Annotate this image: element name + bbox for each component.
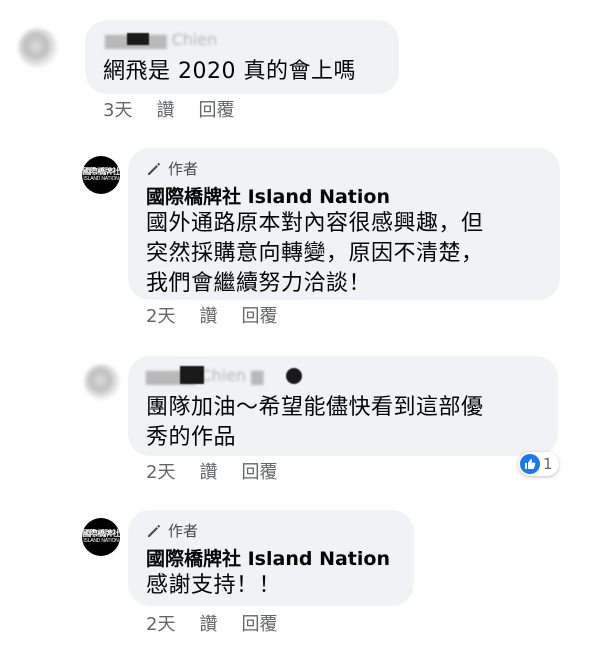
- page-logo-subtext: ISLAND NATION: [83, 538, 119, 544]
- redaction-block: [127, 33, 149, 45]
- comment-thread: ▆▆▆▆▆ Chien 網飛是 2020 真的會上嗎 3天 讚 回覆 國際橋牌社…: [0, 0, 600, 648]
- comment-time: 2天: [146, 306, 176, 327]
- reply-bubble: 作者 國際橋牌社 Island Nation 國外通路原本對內容很感興趣，但 突…: [128, 148, 560, 300]
- pencil-icon: [148, 162, 161, 175]
- like-button[interactable]: 讚: [199, 306, 217, 328]
- reply-text-line-3: 我們會繼續努力洽談！: [146, 271, 372, 296]
- page-logo-subtext: ISLAND NATION: [83, 176, 119, 182]
- comment-text: 網飛是 2020 真的會上嗎: [103, 59, 356, 84]
- reply-button[interactable]: 回覆: [241, 462, 277, 484]
- like-button[interactable]: 讚: [199, 462, 217, 484]
- comment-actions: 3天 讚 回覆: [103, 100, 234, 122]
- author-label: 作者: [168, 160, 199, 178]
- page-avatar[interactable]: 國際橋牌社 ISLAND NATION: [82, 518, 120, 556]
- commenter-name-redacted: ▆▆▆▆▆ Chien: [105, 30, 218, 49]
- commenter-avatar[interactable]: [18, 28, 58, 68]
- reaction-summary[interactable]: 1: [518, 452, 559, 476]
- page-avatar[interactable]: 國際橋牌社 ISLAND NATION: [82, 156, 120, 194]
- reaction-count: 1: [543, 455, 553, 473]
- reply-text: 感謝支持！！: [146, 573, 282, 598]
- comment-bubble: ▆▆▆▆ Chien ▆ 團隊加油～希望能儘快看到這部優 秀的作品: [128, 356, 558, 456]
- reply-button[interactable]: 回覆: [241, 614, 277, 636]
- reply-button[interactable]: 回覆: [198, 100, 234, 122]
- comment-time: 3天: [103, 100, 133, 121]
- author-label: 作者: [168, 522, 199, 540]
- comment-bubble: ▆▆▆▆▆ Chien 網飛是 2020 真的會上嗎: [85, 20, 399, 94]
- page-name[interactable]: 國際橋牌社 Island Nation: [146, 186, 390, 208]
- reply-text-line-2: 突然採購意向轉變，原因不清楚，: [146, 241, 484, 266]
- comment-time: 2天: [146, 614, 176, 635]
- comment-actions: 2天 讚 回覆: [146, 462, 277, 484]
- comment-text-line-2: 秀的作品: [146, 425, 237, 450]
- page-logo-text: 國際橋牌社: [82, 529, 120, 538]
- commenter-name-redacted: ▆▆▆▆ Chien ▆: [146, 366, 264, 385]
- reply-bubble: 作者 國際橋牌社 Island Nation 感謝支持！！: [128, 510, 414, 606]
- comment-time: 2天: [146, 462, 176, 483]
- pencil-icon: [148, 524, 161, 537]
- page-name[interactable]: 國際橋牌社 Island Nation: [146, 548, 390, 570]
- commenter-avatar[interactable]: [84, 364, 120, 400]
- reply-actions: 2天 讚 回覆: [146, 614, 277, 636]
- comment-text-line-1: 團隊加油～希望能儘快看到這部優: [146, 395, 484, 420]
- like-button[interactable]: 讚: [156, 100, 174, 122]
- redaction-block: [180, 366, 204, 384]
- like-button[interactable]: 讚: [199, 614, 217, 636]
- page-logo-text: 國際橋牌社: [82, 167, 120, 176]
- author-badge: 作者: [146, 160, 198, 178]
- reply-actions: 2天 讚 回覆: [146, 306, 277, 328]
- reply-button[interactable]: 回覆: [241, 306, 277, 328]
- redaction-dot: [286, 368, 302, 384]
- like-icon: [520, 454, 540, 474]
- author-badge: 作者: [146, 522, 198, 540]
- reply-text-line-1: 國外通路原本對內容很感興趣，但: [146, 211, 484, 236]
